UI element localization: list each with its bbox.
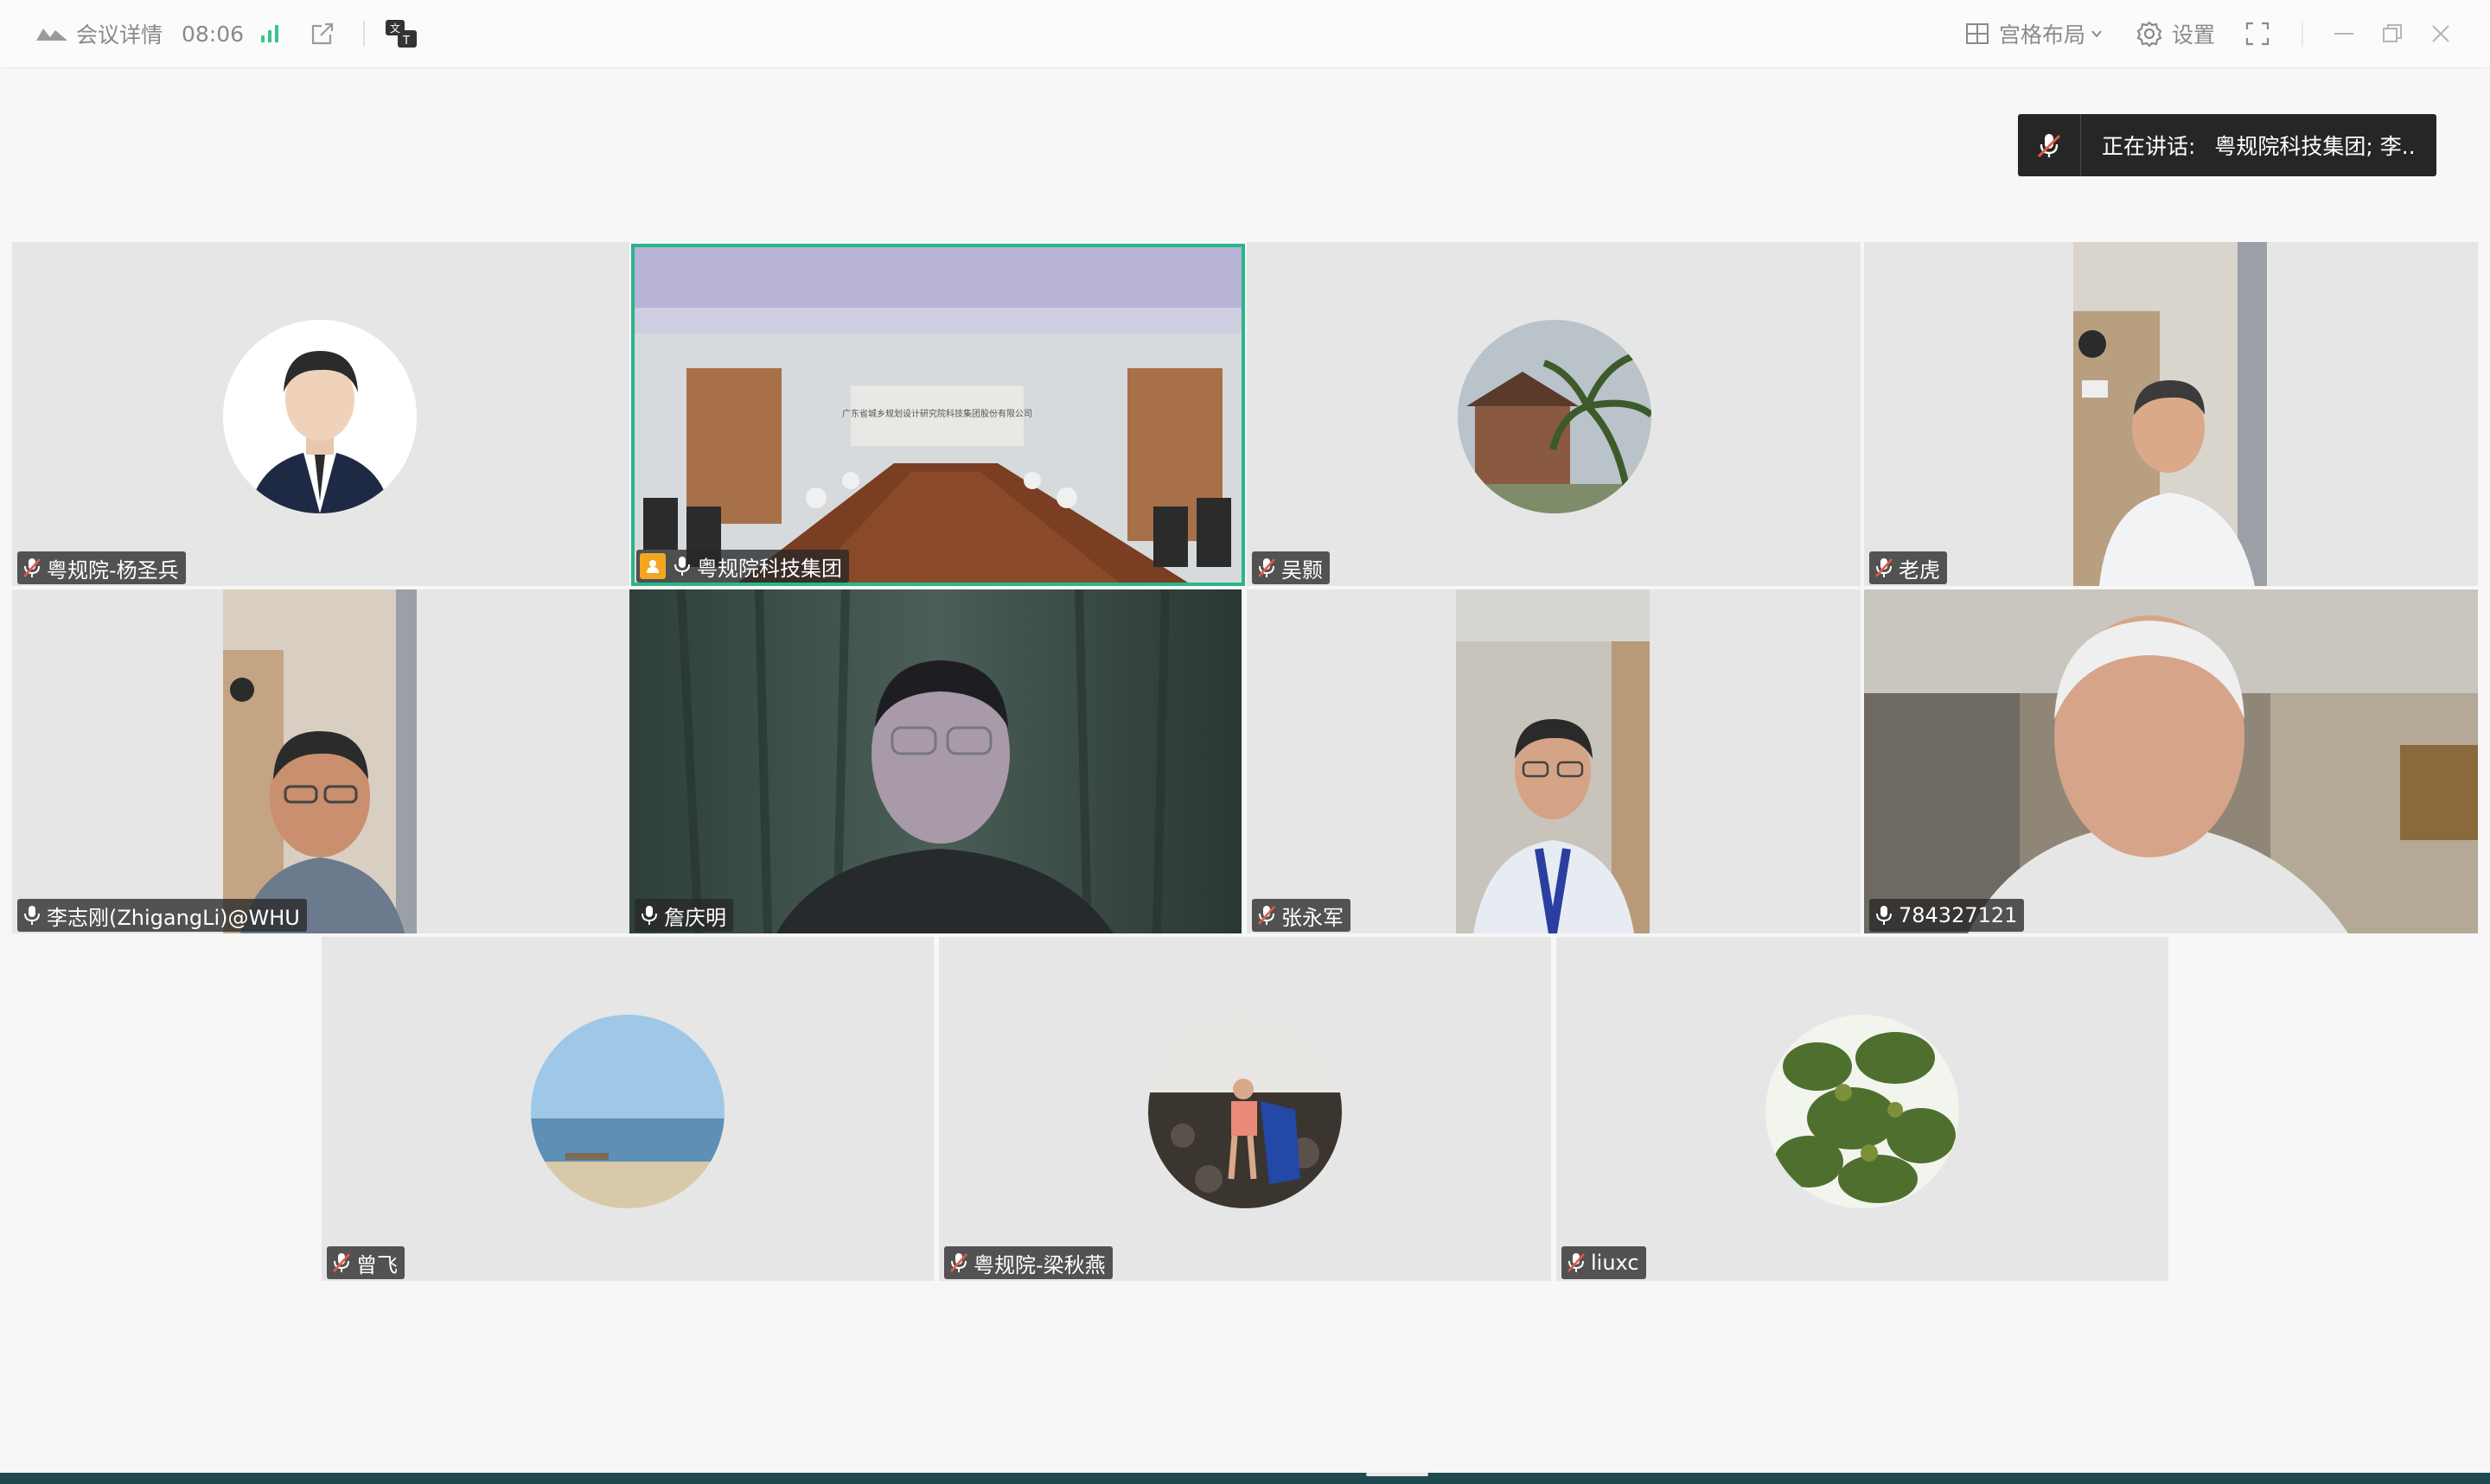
translate-icon[interactable]: 文 T	[384, 0, 418, 67]
app-logo-icon	[36, 29, 67, 41]
participant-name: 张永军	[1281, 905, 1344, 930]
taskbar-strip	[0, 1473, 2490, 1484]
minimize-icon[interactable]	[2333, 0, 2355, 67]
participant-tile[interactable]: 粤规院-梁秋燕	[939, 937, 1551, 1281]
host-icon	[640, 553, 666, 579]
participant-label: 粤规院-梁秋燕	[944, 1246, 1113, 1279]
mic-muted-icon	[1255, 902, 1278, 928]
fullscreen-icon[interactable]	[2244, 0, 2270, 67]
participant-label: 老虎	[1869, 551, 1947, 584]
mic-icon	[21, 902, 43, 928]
participant-name: 吴颢	[1281, 557, 1323, 583]
mic-icon	[671, 553, 693, 579]
participant-label: 粤规院科技集团	[636, 550, 849, 583]
participant-tile[interactable]: 吴颢	[1247, 242, 1861, 586]
participant-name: 李志刚(ZhigangLi)@WHU	[47, 905, 300, 930]
mic-muted-icon	[1565, 1250, 1587, 1276]
participant-video	[1456, 589, 1650, 933]
participant-video	[629, 589, 1242, 933]
close-icon[interactable]	[2429, 0, 2452, 67]
participant-tile[interactable]: 曾飞	[322, 937, 934, 1281]
participant-avatar	[531, 1015, 725, 1208]
svg-text:文: 文	[390, 22, 400, 35]
participant-tile[interactable]: 广东省城乡规划设计研究院科技集团股份有限公司 粤规院科技集团	[631, 244, 1245, 586]
participant-video	[1864, 589, 2478, 933]
participant-video	[223, 589, 417, 933]
participant-name: 粤规院科技集团	[697, 556, 842, 581]
titlebar-separator	[2302, 21, 2303, 47]
participant-name: 粤规院-杨圣兵	[47, 557, 179, 583]
participant-tile[interactable]: 张永军	[1247, 589, 1861, 933]
participant-avatar	[1458, 320, 1651, 513]
participant-name: 詹庆明	[664, 905, 726, 930]
meeting-details-label: 会议详情	[76, 22, 163, 48]
titlebar-separator	[363, 21, 365, 47]
gear-icon	[2136, 21, 2162, 48]
participant-name: 784327121	[1899, 903, 2018, 927]
mic-muted-icon	[2018, 114, 2081, 176]
participant-label: liuxc	[1561, 1246, 1646, 1279]
participant-tile[interactable]: 老虎	[1864, 242, 2478, 586]
mic-muted-icon	[21, 555, 43, 581]
grid-layout-label: 宫格布局	[1999, 22, 2086, 48]
title-bar: 会议详情 08:06 文 T 宫格布局 设置	[0, 0, 2490, 68]
participant-avatar	[223, 320, 417, 513]
mic-icon	[1873, 902, 1895, 928]
mic-muted-icon	[1255, 555, 1278, 581]
speaking-indicator: 正在讲话: 粤规院科技集团; 李..	[2018, 114, 2436, 176]
mic-muted-icon	[948, 1250, 970, 1276]
participant-name: 曾飞	[356, 1252, 398, 1277]
participant-video: 广东省城乡规划设计研究院科技集团股份有限公司	[635, 247, 1242, 583]
participant-label: 李志刚(ZhigangLi)@WHU	[17, 899, 307, 932]
participant-video	[2073, 242, 2267, 586]
participant-tile[interactable]: 詹庆明	[629, 589, 1242, 933]
participant-avatar	[1148, 1015, 1342, 1208]
grid-layout-icon	[1966, 23, 1989, 44]
participant-tile[interactable]: 李志刚(ZhigangLi)@WHU	[12, 589, 629, 933]
drag-handle[interactable]	[1366, 1473, 1428, 1476]
participant-tile[interactable]: 粤规院-杨圣兵	[12, 242, 629, 586]
chevron-down-icon	[2091, 30, 2102, 38]
mic-muted-icon	[330, 1250, 353, 1276]
svg-text:T: T	[402, 35, 410, 48]
participant-label: 吴颢	[1252, 551, 1330, 584]
participant-avatar	[1765, 1015, 1959, 1208]
meeting-timer: 08:06	[182, 21, 245, 47]
participant-tile[interactable]: liuxc	[1556, 937, 2168, 1281]
participant-tile[interactable]: 784327121	[1864, 589, 2478, 933]
settings-button[interactable]: 设置	[2136, 0, 2215, 67]
signal-icon[interactable]	[258, 0, 282, 67]
mic-icon	[638, 902, 661, 928]
room-banner-text: 广东省城乡规划设计研究院科技集团股份有限公司	[842, 408, 1032, 419]
participant-label: 詹庆明	[635, 899, 733, 932]
participant-name: 老虎	[1899, 557, 1940, 583]
participant-label: 784327121	[1869, 899, 2025, 932]
speaking-prefix: 正在讲话:	[2102, 134, 2196, 159]
meeting-details-button[interactable]: 会议详情	[35, 0, 163, 67]
participant-name: liuxc	[1591, 1251, 1639, 1275]
settings-label: 设置	[2172, 22, 2216, 48]
participant-label: 曾飞	[327, 1246, 405, 1279]
share-link-icon[interactable]	[310, 0, 335, 67]
participant-label: 粤规院-杨圣兵	[17, 551, 186, 584]
grid-layout-button[interactable]: 宫格布局	[1964, 0, 2103, 67]
restore-icon[interactable]	[2381, 0, 2404, 67]
participant-label: 张永军	[1252, 899, 1350, 932]
speaking-name: 粤规院科技集团; 李..	[2214, 134, 2416, 159]
participant-name: 粤规院-梁秋燕	[974, 1252, 1106, 1277]
mic-muted-icon	[1873, 555, 1895, 581]
